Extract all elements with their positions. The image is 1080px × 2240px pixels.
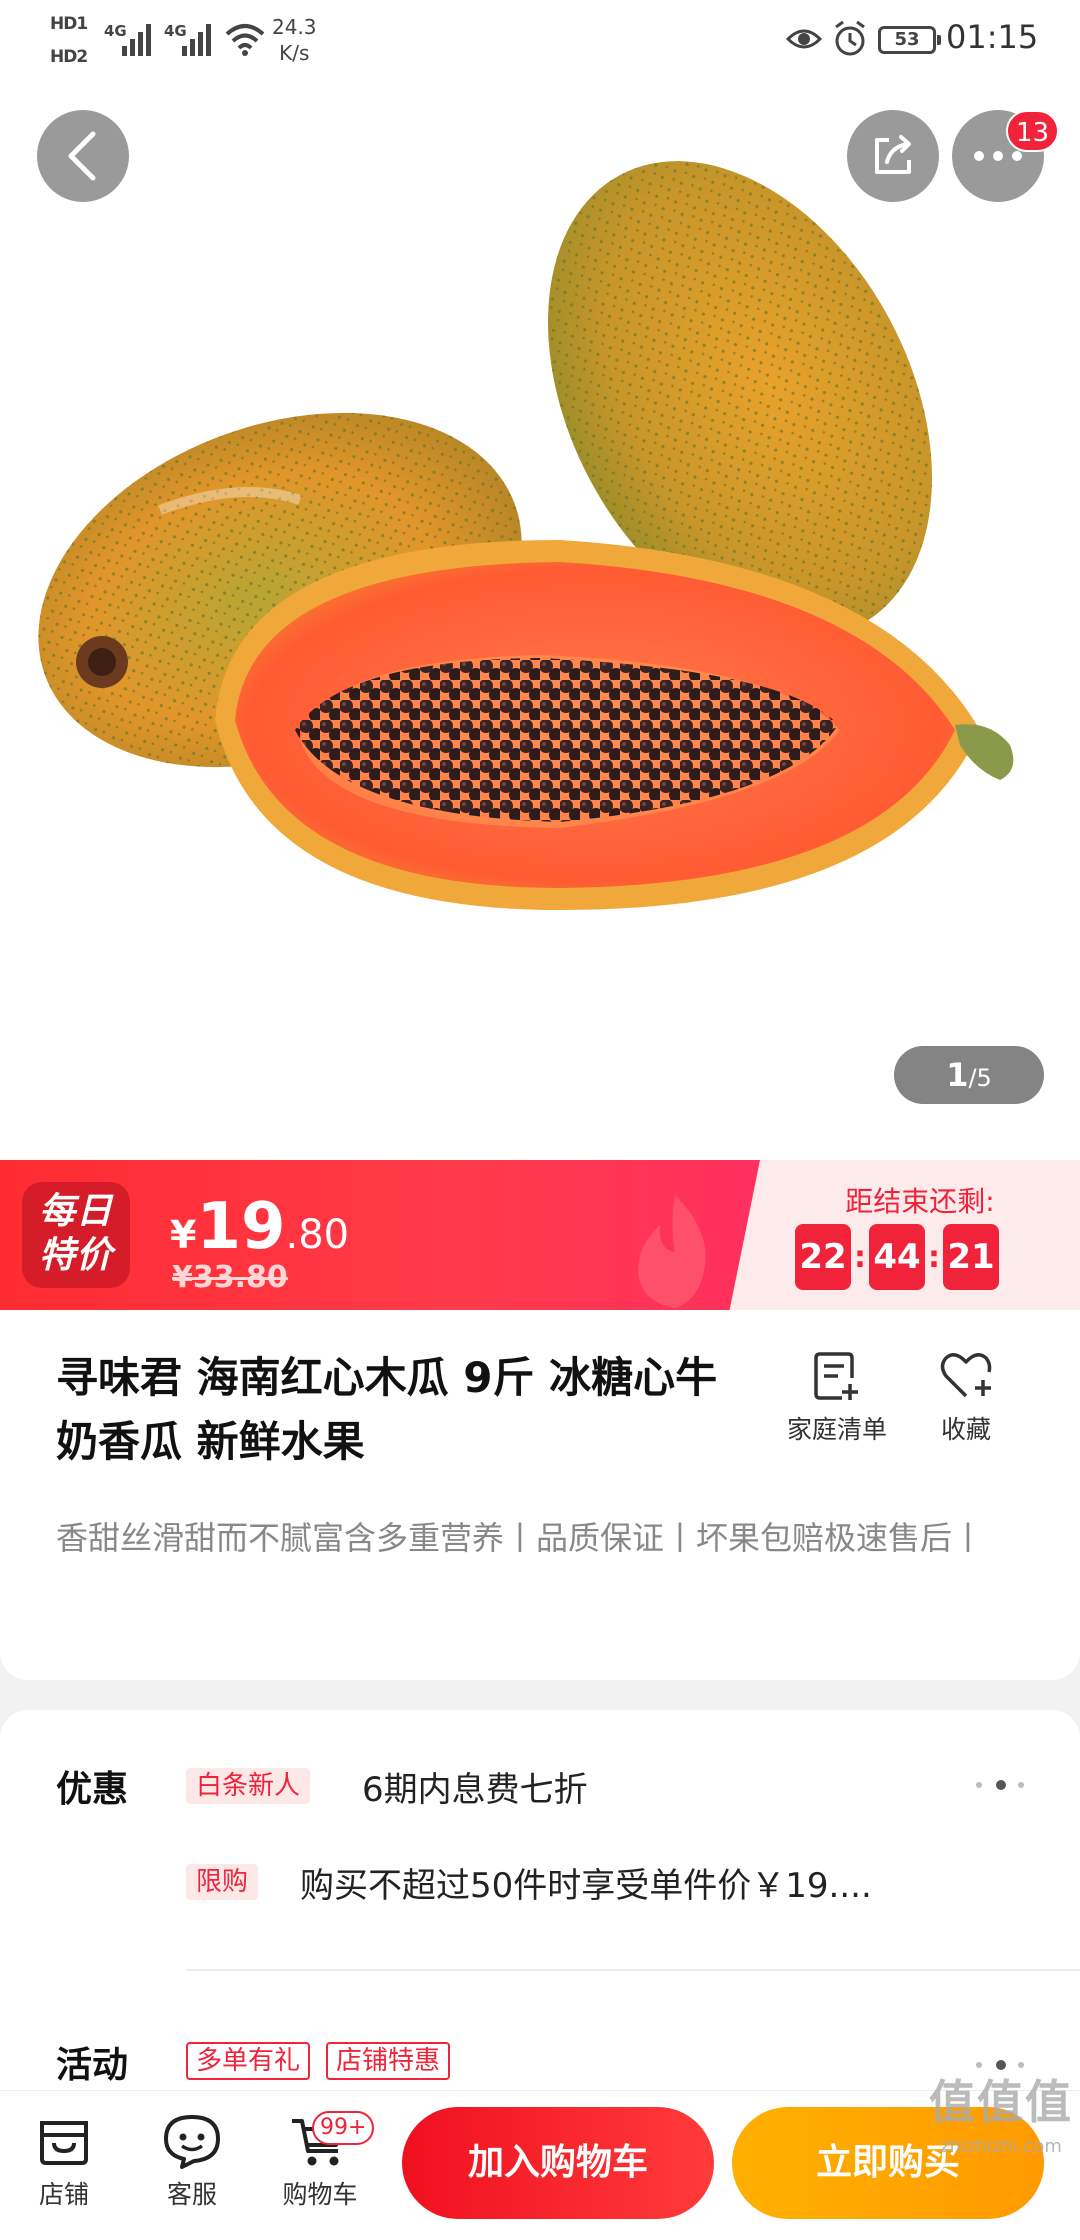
image-total-count: /5 [968,1064,992,1092]
heart-icon [940,1353,992,1398]
cart-count-badge: 99+ [312,2111,375,2145]
baitiao-newcomer-tag: 白条新人 [186,1768,311,1804]
price-decimal: .80 [285,1212,350,1258]
more-dots-icon[interactable] [976,2058,1036,2072]
countdown-separator: : [854,1239,866,1275]
customer-service-button[interactable]: 客服 [142,2113,242,2211]
current-price: ¥19.80 [170,1190,349,1264]
daily-deal-banner: 每日 特价 ¥19.80 ¥33.80 距结束还剩: 22 : 44 : 21 [0,1160,1080,1310]
product-description: 香甜丝滑甜而不腻富含多重营养丨品质保证丨坏果包赔极速售后丨 [56,1519,985,1557]
alarm-icon [835,20,865,56]
add-to-cart-button[interactable]: 加入购物车 [402,2107,714,2219]
status-bar: HD1 HD2 4G 4G 24.3 K/s 53 01:15 [0,0,1080,80]
image-current-index: 1 [946,1056,969,1094]
back-button[interactable] [37,110,129,202]
favorite-button[interactable]: 收藏 [906,1350,1026,1446]
family-list-button[interactable]: 家庭清单 [777,1350,897,1446]
network-speed: 24.3 K/s [272,14,317,66]
countdown-minutes: 44 [869,1224,925,1290]
product-image-gallery[interactable]: 13 1/5 [0,80,1080,1160]
favorite-label: 收藏 [940,1415,991,1444]
daily-deal-logo-line1: 每日 [38,1191,113,1232]
share-button[interactable] [847,110,939,202]
signal-icon [118,22,156,56]
site-watermark: 值值值 zhizhizhi.com [926,2074,1076,2157]
product-page: HD1 HD2 4G 4G 24.3 K/s 53 01:15 13 1/5 每… [0,0,1080,2240]
watermark-logo: 值值值 [929,2075,1073,2129]
store-icon [40,2121,88,2165]
original-price: ¥33.80 [172,1260,288,1295]
bottom-action-bar: 店铺 客服 购物车 99+ 加入购物车 立即购买 [0,2090,1080,2240]
discount-text[interactable]: 6期内息费七折 [362,1762,588,1811]
signal-icon [178,22,216,56]
eye-icon [786,29,822,49]
store-button[interactable]: 店铺 [14,2113,114,2211]
family-list-label: 家庭清单 [786,1415,887,1444]
countdown-hours: 22 [795,1224,851,1290]
activity-label: 活动 [56,2045,129,2086]
more-icon [974,151,1022,161]
cart-label: 购物车 [282,2180,358,2209]
image-page-indicator: 1/5 [894,1046,1044,1104]
daily-deal-logo: 每日 特价 [22,1182,130,1288]
battery-icon: 53 [878,26,941,54]
product-info-card: 寻味君 海南红心木瓜 9斤 冰糖心牛奶香瓜 新鲜水果 家庭清单 收藏 香甜丝滑甜… [0,1310,1080,1680]
more-dots-icon[interactable] [976,1778,1036,1792]
product-title: 寻味君 海南红心木瓜 9斤 冰糖心牛奶香瓜 新鲜水果 [56,1353,718,1466]
store-special-tag[interactable]: 店铺特惠 [326,2042,451,2080]
countdown-separator: : [928,1239,940,1275]
customer-service-label: 客服 [166,2180,217,2209]
back-icon [68,131,96,181]
countdown-label: 距结束还剩: [845,1185,995,1218]
notification-badge: 13 [1006,110,1060,152]
price-integer: 19 [196,1190,286,1264]
watermark-url: zhizhizhi.com [940,2136,1062,2157]
clock: 01:15 [946,18,1039,56]
purchase-limit-text[interactable]: 购买不超过50件时享受单件价￥19.... [300,1858,872,1907]
purchase-limit-tag: 限购 [186,1864,259,1900]
discount-label: 优惠 [56,1769,129,1810]
papaya-product-image [38,161,1014,910]
hd1-indicator: HD1 [50,14,88,34]
countdown-timer: 22 : 44 : 21 [795,1224,999,1290]
divider [186,1969,1080,1971]
store-label: 店铺 [38,2180,89,2209]
daily-deal-logo-line2: 特价 [38,1235,113,1276]
add-to-list-icon [814,1352,858,1400]
customer-service-icon [164,2115,220,2169]
flame-icon [638,1195,706,1308]
multi-order-gift-tag[interactable]: 多单有礼 [186,2042,311,2080]
currency-symbol: ¥ [170,1213,197,1257]
speed-unit: K/s [279,41,310,65]
wifi-icon [225,24,265,56]
countdown-seconds: 21 [943,1224,999,1290]
share-icon [875,135,911,174]
speed-value: 24.3 [272,15,317,39]
hd2-indicator: HD2 [50,47,88,67]
